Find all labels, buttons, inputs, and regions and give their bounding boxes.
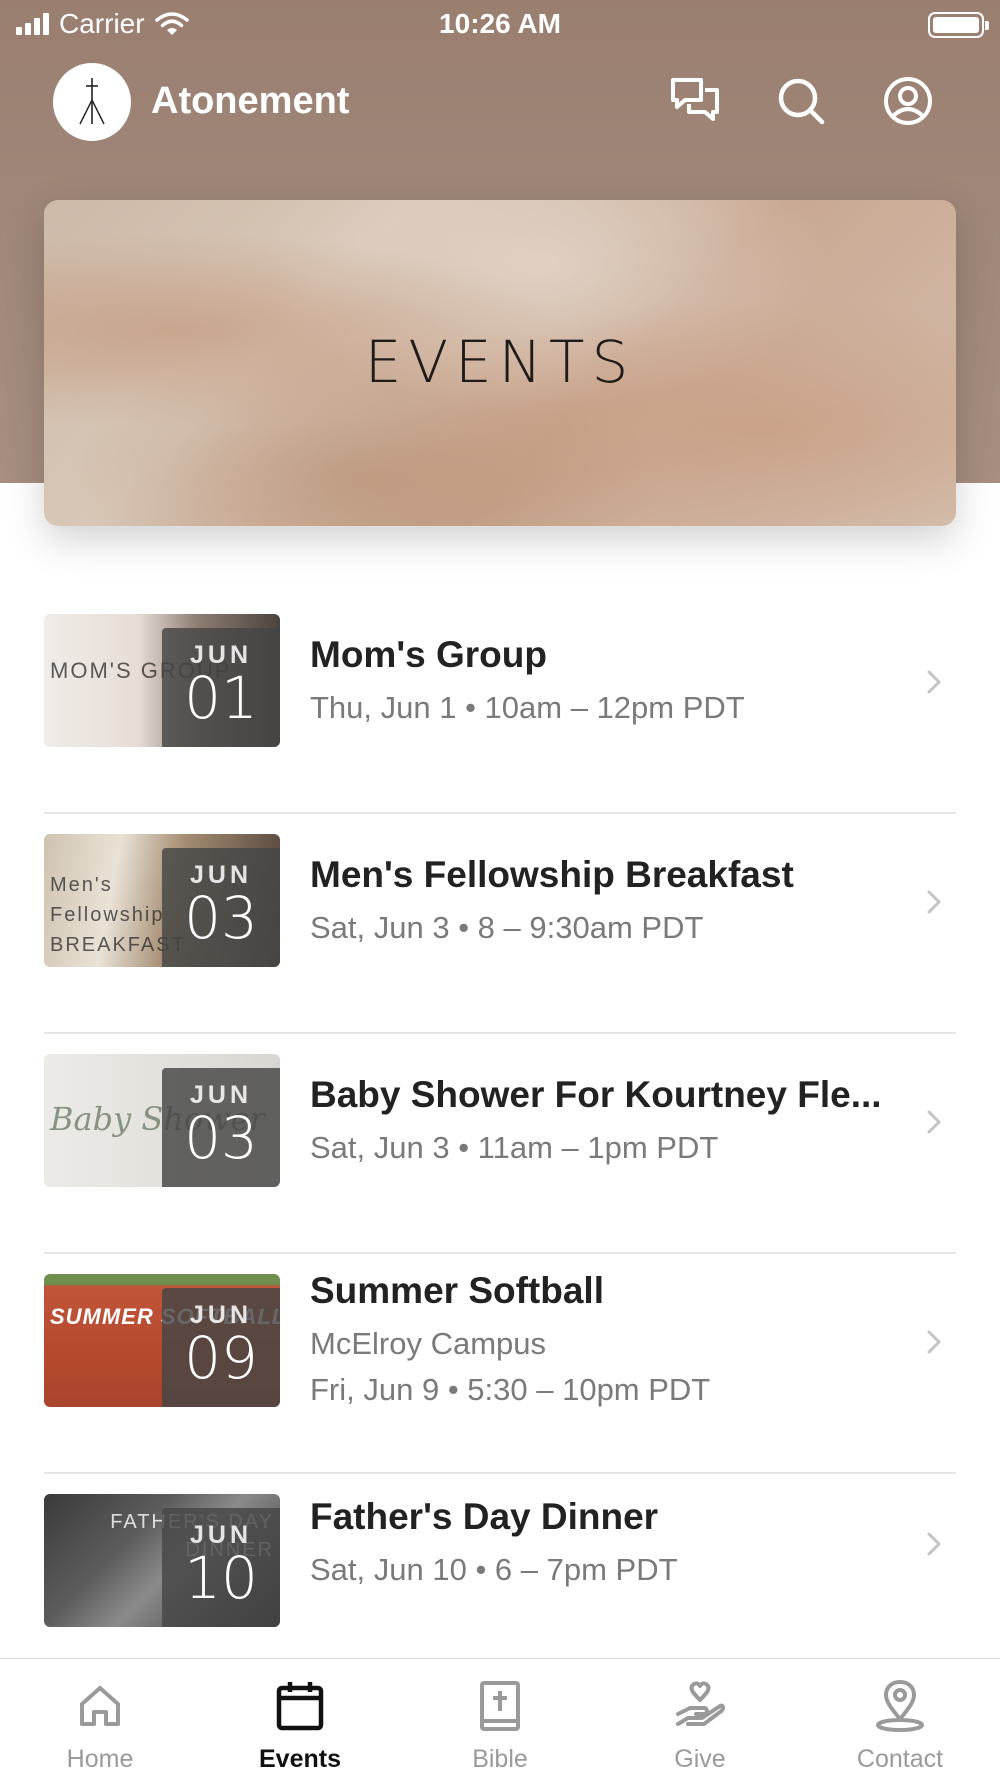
event-info: Father's Day Dinner Sat, Jun 10 • 6 – 7p… [310, 1496, 906, 1588]
location-pin-icon [873, 1679, 927, 1733]
status-bar: Carrier 10:26 AM [0, 0, 1000, 50]
event-row[interactable]: MOM'S GROUP JUN 01 Mom's Group Thu, Jun … [44, 594, 956, 814]
tab-contact[interactable]: Contact [800, 1659, 1000, 1778]
account-icon[interactable] [881, 74, 935, 128]
tab-label: Give [674, 1745, 726, 1773]
home-icon [73, 1679, 127, 1733]
date-day: 03 [184, 1104, 258, 1172]
tab-events[interactable]: Events [200, 1659, 400, 1778]
event-thumbnail: FATHER'S DAY DINNER JUN 10 [44, 1494, 280, 1627]
event-row[interactable]: Baby Shower JUN 03 Baby Shower For Kourt… [44, 1034, 956, 1254]
tab-label: Events [259, 1745, 341, 1773]
event-thumbnail: Baby Shower JUN 03 [44, 1054, 280, 1187]
chevron-right-icon [927, 890, 941, 914]
church-logo[interactable] [53, 63, 131, 141]
search-icon[interactable] [774, 74, 828, 128]
events-banner: EVENTS [44, 200, 956, 526]
chevron-right-icon [927, 670, 941, 694]
date-badge: JUN 09 [162, 1288, 280, 1407]
app-title: Atonement [151, 80, 350, 122]
event-info: Summer Softball McElroy Campus Fri, Jun … [310, 1270, 906, 1408]
battery-icon [928, 12, 989, 38]
status-time: 10:26 AM [439, 8, 561, 39]
event-datetime: Sat, Jun 3 • 11am – 1pm PDT [310, 1130, 719, 1165]
event-info: Men's Fellowship Breakfast Sat, Jun 3 • … [310, 854, 906, 946]
event-info: Baby Shower For Kourtney Fle... Sat, Jun… [310, 1074, 906, 1166]
event-info: Mom's Group Thu, Jun 1 • 10am – 12pm PDT [310, 634, 906, 726]
tab-give[interactable]: Give [600, 1659, 800, 1778]
chevron-right-icon [927, 1532, 941, 1556]
calendar-icon [273, 1679, 327, 1733]
date-badge: JUN 10 [162, 1508, 280, 1627]
give-icon [673, 1679, 727, 1733]
event-datetime: Fri, Jun 9 • 5:30 – 10pm PDT [310, 1372, 711, 1407]
date-badge: JUN 01 [162, 628, 280, 747]
chat-icon[interactable] [668, 74, 722, 128]
tab-label: Bible [472, 1745, 528, 1773]
event-title: Baby Shower For Kourtney Fle... [310, 1074, 882, 1115]
date-day: 03 [184, 884, 258, 952]
banner-title: EVENTS [364, 328, 636, 396]
event-row[interactable]: Men's Fellowship BREAKFAST JUN 03 Men's … [44, 814, 956, 1034]
event-title: Father's Day Dinner [310, 1496, 659, 1537]
tab-home[interactable]: Home [0, 1659, 200, 1778]
app-header: Atonement [0, 58, 1000, 146]
event-list: MOM'S GROUP JUN 01 Mom's Group Thu, Jun … [44, 594, 956, 1694]
event-title: Men's Fellowship Breakfast [310, 854, 794, 895]
event-datetime: Sat, Jun 3 • 8 – 9:30am PDT [310, 910, 704, 945]
event-datetime: Sat, Jun 10 • 6 – 7pm PDT [310, 1552, 678, 1587]
tab-bible[interactable]: Bible [400, 1659, 600, 1778]
date-badge: JUN 03 [162, 848, 280, 967]
bible-icon [473, 1679, 527, 1733]
event-location: McElroy Campus [310, 1326, 546, 1361]
tab-bar: Home Events Bible Give Contact [0, 1658, 1000, 1778]
chevron-right-icon [927, 1330, 941, 1354]
event-row[interactable]: SUMMER SOFTBALL JUN 09 Summer Softball M… [44, 1254, 956, 1474]
event-thumbnail: SUMMER SOFTBALL JUN 09 [44, 1274, 280, 1407]
date-day: 09 [184, 1324, 258, 1392]
chevron-right-icon [927, 1110, 941, 1134]
date-day: 10 [184, 1544, 258, 1612]
tab-label: Home [66, 1745, 134, 1773]
event-thumbnail: MOM'S GROUP JUN 01 [44, 614, 280, 747]
event-title: Summer Softball [310, 1270, 604, 1311]
tab-label: Contact [856, 1745, 944, 1773]
date-day: 01 [184, 664, 258, 732]
event-title: Mom's Group [310, 634, 547, 675]
cross-logo-icon [79, 78, 105, 125]
date-badge: JUN 03 [162, 1068, 280, 1187]
event-thumbnail: Men's Fellowship BREAKFAST JUN 03 [44, 834, 280, 967]
event-datetime: Thu, Jun 1 • 10am – 12pm PDT [310, 690, 745, 725]
